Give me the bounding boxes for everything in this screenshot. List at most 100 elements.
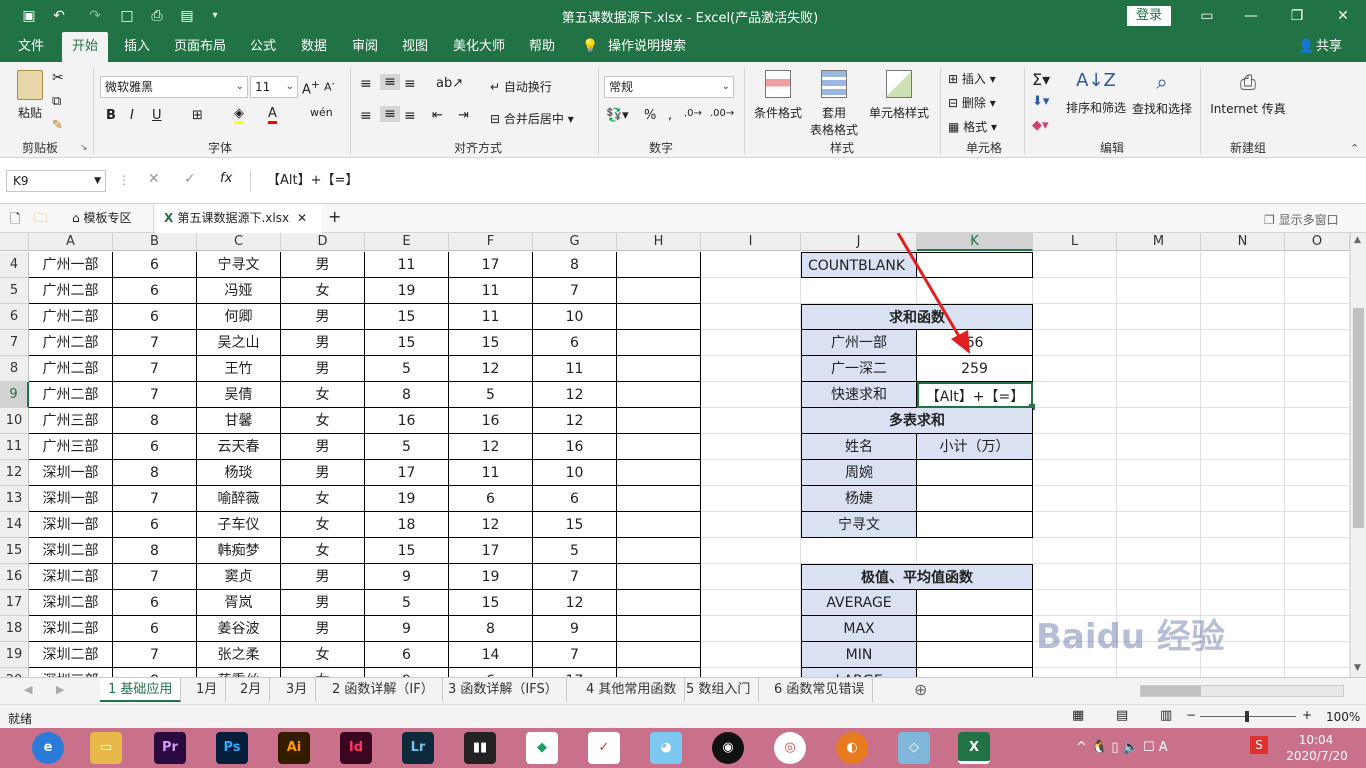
app2-icon[interactable]: ◇ — [898, 732, 930, 764]
folder-icon[interactable]: 🗀 — [34, 209, 47, 231]
formula-input[interactable]: 【Alt】+【=】 — [250, 170, 1360, 192]
form-icon[interactable]: ▤ — [176, 6, 198, 26]
app-icon[interactable]: ✓ — [588, 732, 620, 764]
tab-formulas[interactable]: 公式 — [240, 32, 286, 62]
wrap-text-button[interactable]: ↵ 自动换行 — [490, 78, 552, 95]
sheet-tab[interactable]: 2月 — [232, 678, 271, 702]
normal-view-icon[interactable]: ▦ — [1072, 708, 1084, 723]
sheet-tab[interactable]: 2 函数详解（IF） — [324, 678, 443, 702]
new-doc-icon[interactable]: 🗋 — [10, 210, 20, 232]
insert-function-icon[interactable]: fx — [220, 171, 232, 186]
page-layout-icon[interactable]: ▤ — [1116, 708, 1128, 723]
dialog-launcher-icon[interactable]: ↘ — [80, 143, 88, 153]
video-icon[interactable]: ▮▮ — [464, 732, 496, 764]
restore-icon[interactable]: ❐ — [1286, 6, 1308, 26]
align-center-icon[interactable]: ≡ — [380, 106, 400, 122]
font-size-select[interactable]: 11 ⌄ — [250, 76, 298, 98]
next-sheet-icon[interactable]: ▶ — [56, 683, 64, 696]
sheet-tab[interactable]: 3月 — [278, 678, 317, 702]
horizontal-scrollbar[interactable] — [1140, 685, 1344, 697]
add-sheet-icon[interactable]: ⊕ — [914, 680, 927, 699]
zoom-out-icon[interactable]: − — [1186, 708, 1196, 722]
insert-cells-button[interactable]: ⊞ 插入 ▾ — [948, 70, 996, 87]
indesign-icon[interactable]: Id — [340, 732, 372, 764]
add-tab-icon[interactable]: + — [328, 207, 341, 226]
increase-decimal-icon[interactable]: .0→ — [684, 108, 702, 119]
vertical-scrollbar[interactable]: ▲ ▼ — [1350, 233, 1366, 677]
undo-icon[interactable]: ↶ — [48, 6, 70, 26]
zoom-in-icon[interactable]: + — [1302, 708, 1312, 722]
increase-indent-icon[interactable]: ⇥ — [458, 108, 469, 123]
zoom-level[interactable]: 100% — [1326, 710, 1360, 724]
firefox-icon[interactable]: ◐ — [836, 732, 868, 764]
grow-font-icon[interactable]: A+ — [302, 78, 320, 97]
number-format-select[interactable]: 常规 ⌄ — [604, 76, 734, 98]
find-select-button[interactable]: ⌕ 查找和选择 — [1130, 70, 1194, 117]
fill-color-icon[interactable]: ◈ — [234, 106, 244, 124]
ribbon-options-icon[interactable]: ▭ — [1196, 6, 1218, 26]
share-button[interactable]: 共享 — [1306, 32, 1352, 62]
print-preview-icon[interactable]: ⎙ — [146, 6, 168, 26]
lightroom-icon[interactable]: Lr — [402, 732, 434, 764]
merge-center-button[interactable]: ⊟ 合并后居中 ▾ — [490, 110, 574, 127]
prev-sheet-icon[interactable]: ◀ — [24, 683, 32, 696]
align-right-icon[interactable]: ≡ — [404, 108, 416, 124]
shrink-font-icon[interactable]: A- — [324, 78, 335, 94]
chrome-icon[interactable]: ◎ — [774, 732, 806, 764]
folder-app-icon[interactable]: ▭ — [90, 732, 122, 764]
align-top-icon[interactable]: ≡ — [360, 76, 372, 92]
sheet-tab[interactable]: 1 基础应用 — [100, 678, 182, 702]
enter-icon[interactable]: ✓ — [184, 171, 196, 187]
autosum-icon[interactable]: Σ▾ — [1032, 70, 1050, 89]
template-tab[interactable]: ⌂ 模板专区 — [62, 204, 154, 233]
illustrator-icon[interactable]: Ai — [278, 732, 310, 764]
name-box[interactable]: K9 ▼ — [6, 170, 106, 192]
new-file-icon[interactable]: □ — [116, 6, 138, 26]
conditional-format-button[interactable]: 条件格式 — [750, 70, 806, 121]
phonetic-icon[interactable]: wén — [310, 106, 333, 119]
browser-icon[interactable]: e — [32, 732, 64, 764]
premiere-icon[interactable]: Pr — [154, 732, 186, 764]
tab-home[interactable]: 开始 — [62, 32, 109, 62]
cat-app-icon[interactable]: ◕ — [650, 732, 682, 764]
bold-button[interactable]: B — [106, 108, 116, 123]
cell-styles-button[interactable]: 单元格样式 — [866, 70, 932, 121]
align-bottom-icon[interactable]: ≡ — [404, 76, 416, 92]
decrease-decimal-icon[interactable]: .00→ — [710, 108, 734, 119]
paste-button[interactable]: 粘贴 — [12, 70, 48, 121]
save-icon[interactable]: ▣ — [18, 6, 40, 26]
format-as-table-button[interactable]: 套用 表格格式 — [806, 70, 862, 138]
sheet-tab[interactable]: 4 其他常用函数 — [578, 678, 686, 702]
file-tab[interactable]: X 第五课数据源下.xlsx ✕ — [156, 204, 322, 233]
ime-icon[interactable]: S — [1250, 736, 1268, 754]
qq-icon[interactable]: ◉ — [712, 732, 744, 764]
tray-icons[interactable]: ^ 🐧 ▯ 🔈 ☐ A — [1076, 740, 1168, 755]
spreadsheet-grid[interactable]: ABCDEFGHIJKLMNO 4 5 6 7 8 9 10 11 12 13 14 15 16 17 18… — [0, 233, 1350, 677]
comma-icon[interactable]: , — [668, 108, 672, 123]
tell-me-search[interactable]: 操作说明搜索 — [598, 32, 696, 62]
tab-review[interactable]: 审阅 — [342, 32, 388, 62]
align-left-icon[interactable]: ≡ — [360, 108, 372, 124]
sheet-tab[interactable]: 6 函数常见错误 — [766, 678, 874, 702]
tab-help[interactable]: 帮助 — [519, 32, 565, 62]
underline-button[interactable]: U — [152, 108, 162, 123]
format-painter-icon[interactable]: ✎ — [52, 118, 63, 133]
redo-icon[interactable]: ↷ — [84, 6, 106, 26]
sheet-tab[interactable]: 5 数组入门 — [678, 678, 760, 702]
drive-icon[interactable]: ◆ — [526, 732, 558, 764]
multi-window-button[interactable]: ❐ 显示多窗口 — [1264, 211, 1339, 228]
zoom-slider[interactable] — [1200, 711, 1296, 722]
excel-taskbar-icon[interactable]: X — [958, 732, 990, 764]
page-break-icon[interactable]: ▥ — [1160, 708, 1172, 723]
photoshop-icon[interactable]: Ps — [216, 732, 248, 764]
sheet-tab[interactable]: 1月 — [188, 678, 227, 702]
align-middle-icon[interactable]: ≡ — [380, 74, 400, 90]
percent-button[interactable]: % — [644, 108, 656, 123]
minimize-icon[interactable]: — — [1240, 6, 1262, 26]
format-cells-button[interactable]: ▦ 格式 ▾ — [948, 118, 997, 135]
border-icon[interactable]: ⊞ — [192, 108, 203, 123]
currency-icon[interactable]: 💱▾ — [606, 108, 629, 123]
italic-button[interactable]: I — [130, 108, 134, 123]
decrease-indent-icon[interactable]: ⇤ — [432, 108, 443, 123]
fill-icon[interactable]: ⬇▾ — [1032, 94, 1049, 109]
